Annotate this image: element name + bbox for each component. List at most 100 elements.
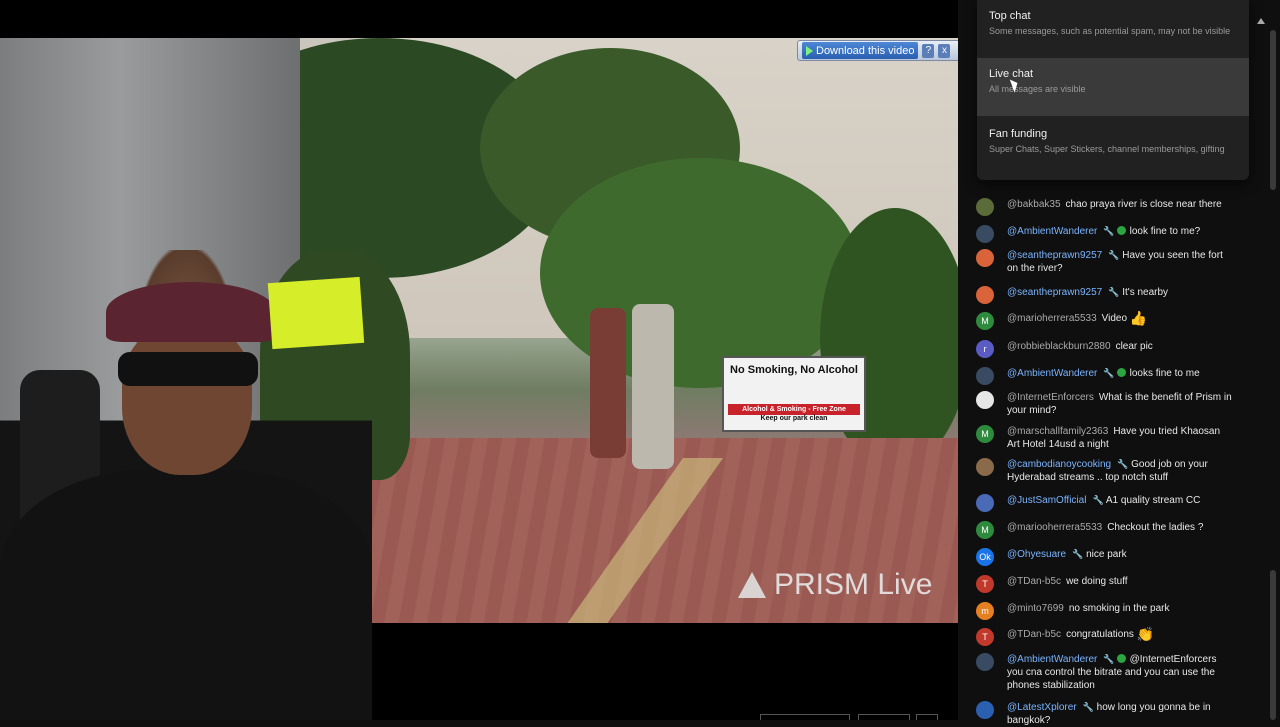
chat-message: @AmbientWanderer 🔧 looks fine to me — [976, 367, 1234, 385]
verified-icon — [1116, 226, 1126, 235]
avatar[interactable] — [976, 249, 994, 267]
chat-message: M @mariooherrera5533 Checkout the ladies … — [976, 521, 1234, 539]
streamer-cap — [106, 282, 276, 342]
menu-item-top-chat[interactable]: Top chat Some messages, such as potentia… — [977, 0, 1249, 58]
author-name[interactable]: @robbieblackburn2880 — [1007, 341, 1111, 352]
verified-icon — [1116, 368, 1126, 377]
chat-scrollbar[interactable] — [1270, 0, 1278, 720]
author-name[interactable]: @AmbientWanderer — [1007, 368, 1097, 379]
message-text: looks fine to me — [1129, 368, 1200, 379]
chat-message: @AmbientWanderer 🔧 look fine to me? — [976, 225, 1234, 243]
download-video-button[interactable]: Download this video — [802, 42, 919, 59]
avatar[interactable]: r — [976, 340, 994, 358]
wrench-icon: 🔧 — [1103, 368, 1115, 378]
chat-message: T @TDan-b5c we doing stuff — [976, 575, 1234, 593]
streamer-face — [122, 325, 252, 475]
chat-message: @bakbak35 chao praya river is close near … — [976, 198, 1234, 216]
author-name[interactable]: @TDan-b5c — [1007, 629, 1061, 640]
avatar[interactable]: m — [976, 602, 994, 620]
avatar[interactable]: M — [976, 312, 994, 330]
author-name[interactable]: @JustSamOfficial — [1007, 495, 1086, 506]
avatar[interactable] — [976, 458, 994, 476]
author-name[interactable]: @cambodianoycooking — [1007, 459, 1111, 470]
author-name[interactable]: @Ohyesuare — [1007, 549, 1066, 560]
menu-item-subtitle: All messages are visible — [989, 84, 1086, 94]
menu-item-title: Top chat — [989, 10, 1031, 22]
help-button[interactable]: ? — [922, 43, 935, 58]
author-name[interactable]: @mariooherrera5533 — [1007, 522, 1102, 533]
author-name[interactable]: @InternetEnforcers — [1007, 392, 1094, 403]
avatar[interactable] — [976, 198, 994, 216]
author-name[interactable]: @seantheprawn9257 — [1007, 287, 1102, 298]
person-woman — [590, 308, 626, 458]
message-text: chao praya river is close near there — [1065, 199, 1222, 210]
download-toolbar: Download this video ? x — [797, 40, 958, 61]
avatar[interactable] — [976, 367, 994, 385]
player-controls — [640, 712, 940, 720]
avatar[interactable] — [976, 391, 994, 409]
yellow-overlay-patch — [267, 276, 365, 350]
menu-item-fan-funding[interactable]: Fan funding Super Chats, Super Stickers,… — [977, 118, 1249, 176]
wrench-icon: 🔧 — [1103, 226, 1115, 236]
tree — [540, 158, 860, 388]
chat-message: @InternetEnforcers What is the benefit of… — [976, 391, 1234, 417]
avatar[interactable] — [976, 286, 994, 304]
chat-message: @JustSamOfficial 🔧 A1 quality stream CC — [976, 494, 1234, 512]
author-name[interactable]: @LatestXplorer — [1007, 702, 1077, 713]
control-button[interactable] — [916, 714, 938, 720]
chat-message: Ok @Ohyesuare 🔧 nice park — [976, 548, 1234, 566]
wrench-icon: 🔧 — [1108, 250, 1120, 260]
message-text: Video — [1101, 313, 1128, 324]
watermark-text: PRISM Live — [774, 568, 933, 601]
control-button[interactable] — [858, 714, 910, 720]
menu-item-subtitle: Super Chats, Super Stickers, channel mem… — [989, 144, 1225, 154]
message-text: nice park — [1086, 549, 1127, 560]
avatar[interactable]: M — [976, 425, 994, 443]
author-name[interactable]: @marioherrera5533 — [1007, 313, 1097, 324]
chat-message: M @marioherrera5533 Video 👍 — [976, 310, 1234, 330]
author-name[interactable]: @AmbientWanderer — [1007, 654, 1097, 665]
menu-item-title: Live chat — [989, 68, 1034, 80]
message-text: A1 quality stream CC — [1105, 495, 1201, 506]
author-name[interactable]: @marschallfamily2363 — [1007, 426, 1108, 437]
avatar[interactable]: M — [976, 521, 994, 539]
author-name[interactable]: @bakbak35 — [1007, 199, 1061, 210]
author-name[interactable]: @AmbientWanderer — [1007, 226, 1097, 237]
avatar[interactable]: Ok — [976, 548, 994, 566]
avatar[interactable]: T — [976, 628, 994, 646]
author-name[interactable]: @minto7699 — [1007, 603, 1064, 614]
avatar[interactable] — [976, 225, 994, 243]
avatar[interactable] — [976, 494, 994, 512]
scroll-thumb-top[interactable] — [1270, 30, 1276, 190]
author-name[interactable]: @TDan-b5c — [1007, 576, 1061, 587]
control-button[interactable] — [760, 714, 850, 720]
wrench-icon: 🔧 — [1082, 702, 1094, 712]
clapping-emoji: 👏 — [1136, 626, 1155, 642]
avatar[interactable]: T — [976, 575, 994, 593]
chat-message: @AmbientWanderer 🔧 @InternetEnforcers you … — [976, 653, 1234, 692]
download-label: Download this video — [816, 44, 915, 57]
video-player[interactable]: No Smoking, No Alcohol Alcohol & Smoking… — [0, 0, 958, 720]
scroll-up-icon[interactable] — [1257, 18, 1265, 24]
avatar[interactable] — [976, 653, 994, 671]
thumbs-up-emoji: 👍 — [1129, 310, 1148, 326]
menu-item-subtitle: Some messages, such as potential spam, m… — [989, 26, 1231, 36]
message-text: look fine to me? — [1129, 226, 1201, 237]
avatar[interactable] — [976, 701, 994, 719]
chat-message: @LatestXplorer 🔧 how long you gonna be in… — [976, 701, 1234, 727]
no-smoking-sign: No Smoking, No Alcohol Alcohol & Smoking… — [722, 356, 866, 432]
wrench-icon: 🔧 — [1092, 495, 1104, 505]
message-text: congratulations — [1066, 629, 1134, 640]
chat-message: @seantheprawn9257 🔧 Have you seen the for… — [976, 249, 1234, 275]
menu-item-title: Fan funding — [989, 128, 1048, 140]
sunglasses — [118, 352, 258, 386]
prism-live-watermark: PRISM Live — [738, 568, 932, 602]
wrench-icon: 🔧 — [1117, 459, 1129, 469]
close-button[interactable]: x — [938, 43, 951, 58]
sign-subtitle: Alcohol & Smoking - Free Zone — [728, 404, 860, 415]
chat-message: @cambodianoycooking 🔧 Good job on your Hy… — [976, 458, 1234, 484]
chat-message: @seantheprawn9257 🔧 It's nearby — [976, 286, 1234, 304]
author-name[interactable]: @seantheprawn9257 — [1007, 250, 1102, 261]
scroll-thumb[interactable] — [1270, 570, 1276, 720]
sign-title: No Smoking, No Alcohol — [730, 364, 858, 376]
